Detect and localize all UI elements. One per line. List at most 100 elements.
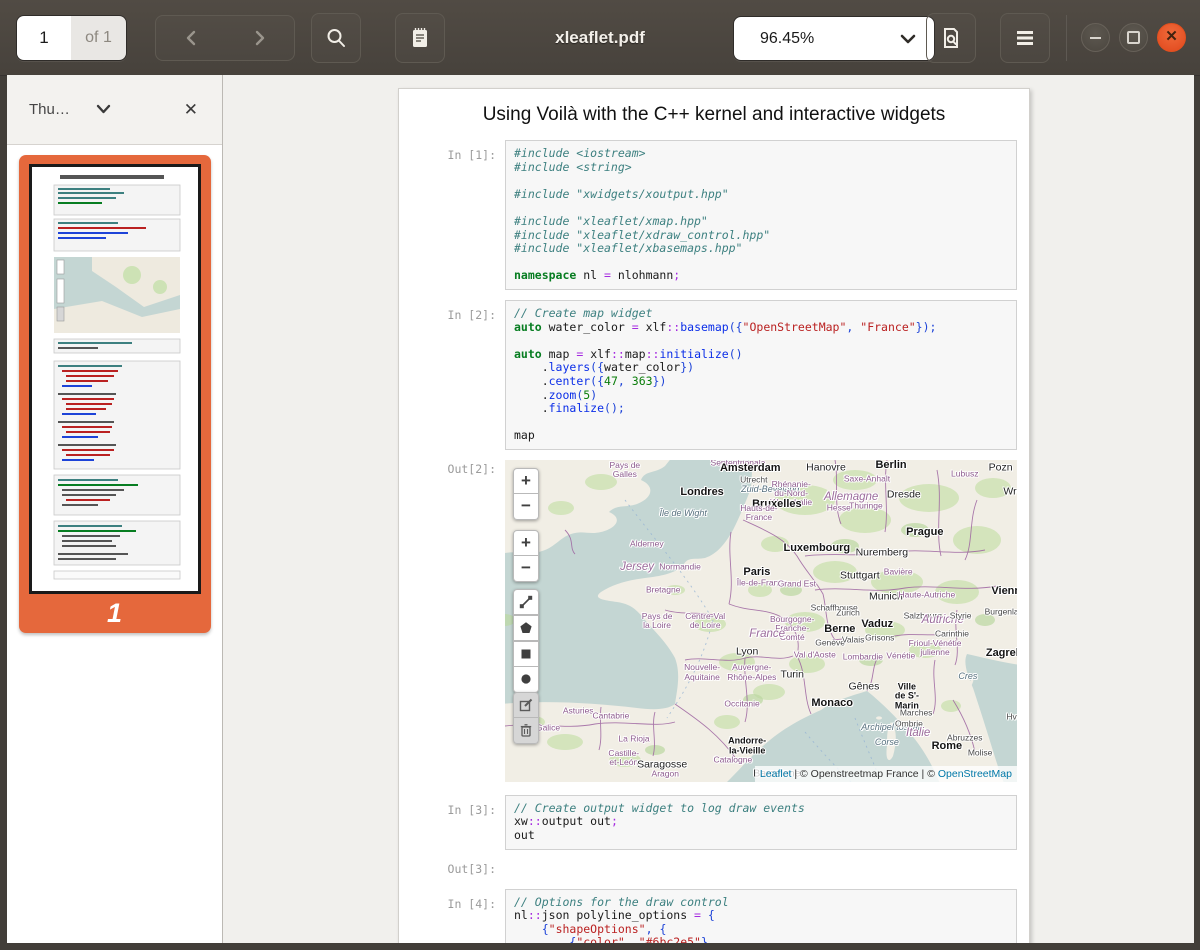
map-label: Nouvelle- Aquitaine	[684, 663, 720, 681]
map-label: Île de Wight	[659, 509, 706, 519]
map-label: Italie	[906, 727, 930, 739]
page-number-input[interactable]: 1	[17, 16, 71, 60]
map-label: Hva	[1006, 712, 1017, 721]
zoom-level-value: 96.45%	[734, 30, 900, 48]
map-label: Berlin	[875, 460, 906, 472]
edit-layers-button[interactable]	[513, 692, 539, 718]
map-label: Bretagne	[646, 585, 681, 594]
map-label: Pays de la Loire	[642, 612, 673, 630]
prev-page-button[interactable]	[156, 16, 225, 60]
map-label: Hauts-de- France	[740, 504, 777, 522]
map-label: Cantabrie	[593, 711, 630, 720]
zoom-in-button[interactable]: +	[513, 530, 539, 556]
map-label: Castille- et-León	[608, 749, 639, 767]
map-label: Nuremberg	[856, 547, 909, 558]
leaflet-map[interactable]: SeptentrionalePays de GallesAmsterdamHan…	[505, 460, 1017, 782]
map-label: Hesse	[827, 503, 851, 512]
app-window: 1 of 1	[0, 0, 1200, 950]
pdf-page: Using Voilà with the C++ kernel and inte…	[398, 88, 1030, 943]
sidebar-mode-label: Thu…	[29, 101, 70, 118]
map-label: Dresde	[887, 489, 921, 500]
map-labels: SeptentrionalePays de GallesAmsterdamHan…	[505, 460, 1017, 782]
map-label: Zagreb	[986, 648, 1017, 660]
code-input: // Create map widgetauto water_color = x…	[505, 300, 1017, 450]
attribution-text: | © Openstreetmap France | ©	[791, 768, 937, 780]
document-properties-button[interactable]	[926, 13, 976, 63]
next-page-button[interactable]	[225, 16, 294, 60]
map-label: Zurich	[836, 608, 860, 617]
map-label: Carinthie	[935, 629, 969, 638]
map-label: France	[749, 628, 785, 640]
draw-rectangle-button[interactable]	[513, 641, 539, 667]
openstreetmap-link[interactable]: OpenStreetMap	[938, 768, 1012, 780]
map-label: Jersey	[620, 561, 654, 573]
map-label: Burgenla	[985, 607, 1017, 616]
map-label: Thuringe	[849, 501, 883, 510]
chevron-right-icon	[254, 30, 266, 46]
annotations-button[interactable]	[395, 13, 445, 63]
zoom-level-select[interactable]: 96.45%	[733, 16, 935, 61]
titlebar-separator	[1066, 15, 1067, 61]
map-label: Vaduz	[861, 619, 893, 631]
zoom-out-button[interactable]: −	[513, 494, 539, 520]
leaflet-link[interactable]: Leaflet	[760, 768, 792, 780]
minimize-button[interactable]	[1081, 23, 1110, 52]
map-label: Aragon	[652, 770, 679, 779]
edit-icon	[518, 697, 534, 713]
thumbnail-list: 1	[7, 145, 222, 943]
map-label: Val d'Aoste	[794, 650, 836, 659]
map-attribution: Leaflet | © Openstreetmap France | © Ope…	[755, 766, 1017, 782]
map-label: Rome	[932, 741, 963, 753]
draw-circle-button[interactable]	[513, 667, 539, 693]
chevron-left-icon	[185, 30, 197, 46]
code-input: // Create output widget to log draw even…	[505, 795, 1017, 850]
map-label: Auvergne- Rhône-Alpes	[727, 663, 776, 681]
sidebar-close-button[interactable]: ✕	[184, 101, 198, 118]
map-label: Saxe-Anhalt	[844, 474, 890, 483]
cell-prompt: In [3]:	[399, 795, 505, 850]
menu-button[interactable]	[1000, 13, 1050, 63]
map-label: Amsterdam	[720, 463, 781, 475]
map-label: Monaco	[811, 698, 853, 710]
draw-polygon-button[interactable]	[513, 615, 539, 641]
map-label: Normandie	[659, 562, 701, 571]
search-icon	[325, 27, 347, 49]
sidebar-mode-dropdown[interactable]	[96, 101, 111, 119]
edit-toolbar	[513, 692, 539, 744]
zoom-out-button[interactable]: −	[513, 556, 539, 582]
polyline-icon	[518, 594, 534, 610]
map-label: Grand Est	[778, 579, 816, 588]
map-label: Alderney	[630, 539, 664, 548]
hamburger-menu-icon	[1015, 30, 1035, 46]
close-button[interactable]: ✕	[1157, 23, 1186, 52]
code-cell-2: In [2]: // Create map widgetauto water_c…	[399, 300, 1029, 450]
search-button[interactable]	[311, 13, 361, 63]
page-magnifier-icon	[940, 26, 962, 50]
document-view[interactable]: Using Voilà with the C++ kernel and inte…	[223, 75, 1194, 943]
map-label: Occitanie	[724, 699, 759, 708]
page-total-label: of 1	[71, 16, 126, 60]
map-label: Lubusz	[951, 469, 978, 478]
map-label: Pays de Galles	[609, 460, 640, 478]
maximize-icon	[1127, 31, 1140, 44]
map-label: Centre-Val de Loire	[685, 612, 725, 630]
delete-layers-button[interactable]	[513, 718, 539, 744]
notepad-icon	[409, 26, 431, 50]
zoom-control-1: + −	[513, 468, 539, 520]
map-label: Vénétie	[886, 651, 915, 660]
minimize-icon	[1090, 37, 1101, 39]
maximize-button[interactable]	[1119, 23, 1148, 52]
thumbnail-sketch	[32, 167, 192, 585]
cell-prompt: In [2]:	[399, 300, 505, 450]
page-thumbnail[interactable]: 1	[19, 155, 211, 633]
rectangle-icon	[518, 646, 534, 662]
zoom-in-button[interactable]: +	[513, 468, 539, 494]
trash-icon	[518, 722, 534, 738]
cell-prompt: In [4]:	[399, 889, 505, 943]
empty-output-cell: Out[3]:	[399, 858, 1029, 880]
map-label: Marches	[900, 708, 933, 717]
draw-polyline-button[interactable]	[513, 589, 539, 615]
circle-icon	[518, 671, 534, 687]
map-output-cell: Out[2]:	[399, 460, 1029, 782]
chevron-down-icon	[900, 34, 916, 44]
